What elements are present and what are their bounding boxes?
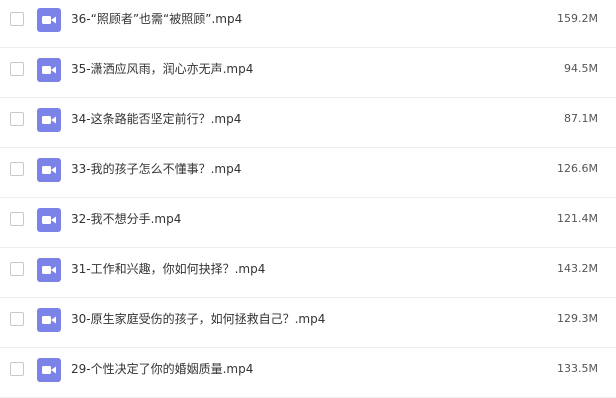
file-size: 121.4M (557, 212, 598, 225)
file-row[interactable]: 32-我不想分手.mp4 121.4M (0, 198, 616, 248)
row-checkbox[interactable] (10, 112, 24, 126)
file-row[interactable]: 35-潇洒应风雨，润心亦无声.mp4 94.5M (0, 48, 616, 98)
row-checkbox[interactable] (10, 162, 24, 176)
file-name[interactable]: 31-工作和兴趣，你如何抉择？.mp4 (71, 261, 265, 277)
file-row[interactable]: 30-原生家庭受伤的孩子，如何拯救自己？.mp4 129.3M (0, 298, 616, 348)
video-file-icon (37, 8, 61, 32)
file-row[interactable]: 29-个性决定了你的婚姻质量.mp4 133.5M (0, 348, 616, 398)
file-row[interactable]: 31-工作和兴趣，你如何抉择？.mp4 143.2M (0, 248, 616, 298)
file-name[interactable]: 36-“照顾者”也需“被照顾”.mp4 (71, 11, 242, 27)
file-list: 36-“照顾者”也需“被照顾”.mp4 159.2M 35-潇洒应风雨，润心亦无… (0, 0, 616, 398)
file-size: 133.5M (557, 362, 598, 375)
video-file-icon (37, 258, 61, 282)
row-checkbox[interactable] (10, 212, 24, 226)
video-file-icon (37, 158, 61, 182)
row-checkbox[interactable] (10, 362, 24, 376)
video-file-icon (37, 58, 61, 82)
file-size: 94.5M (564, 62, 598, 75)
file-name[interactable]: 35-潇洒应风雨，润心亦无声.mp4 (71, 61, 253, 77)
file-size: 159.2M (557, 12, 598, 25)
video-file-icon (37, 308, 61, 332)
file-size: 129.3M (557, 312, 598, 325)
file-row[interactable]: 34-这条路能否坚定前行？.mp4 87.1M (0, 98, 616, 148)
file-name[interactable]: 32-我不想分手.mp4 (71, 211, 181, 227)
file-name[interactable]: 29-个性决定了你的婚姻质量.mp4 (71, 361, 253, 377)
file-size: 143.2M (557, 262, 598, 275)
video-file-icon (37, 108, 61, 132)
file-size: 126.6M (557, 162, 598, 175)
file-size: 87.1M (564, 112, 598, 125)
file-row[interactable]: 36-“照顾者”也需“被照顾”.mp4 159.2M (0, 0, 616, 48)
file-name[interactable]: 34-这条路能否坚定前行？.mp4 (71, 111, 241, 127)
row-checkbox[interactable] (10, 262, 24, 276)
file-name[interactable]: 30-原生家庭受伤的孩子，如何拯救自己？.mp4 (71, 311, 325, 327)
row-checkbox[interactable] (10, 12, 24, 26)
file-row[interactable]: 33-我的孩子怎么不懂事？.mp4 126.6M (0, 148, 616, 198)
row-checkbox[interactable] (10, 62, 24, 76)
file-name[interactable]: 33-我的孩子怎么不懂事？.mp4 (71, 161, 241, 177)
video-file-icon (37, 358, 61, 382)
row-checkbox[interactable] (10, 312, 24, 326)
video-file-icon (37, 208, 61, 232)
